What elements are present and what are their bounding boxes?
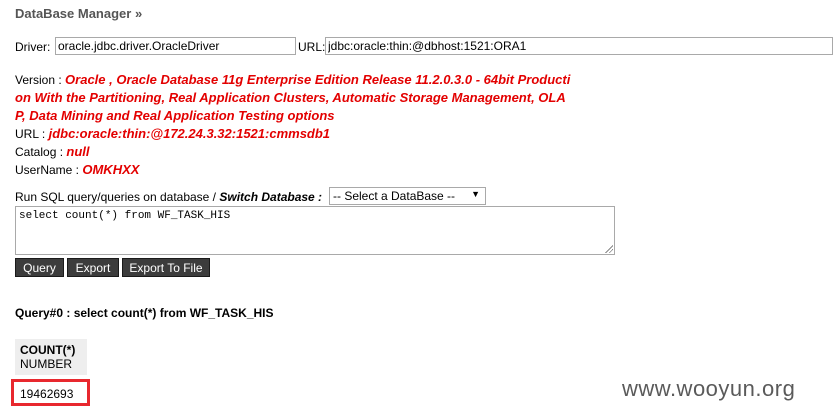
- sql-query-input[interactable]: select count(*) from WF_TASK_HIS: [15, 206, 615, 255]
- result-column-header: COUNT(*) NUMBER: [15, 339, 87, 375]
- connection-info: Version : Oracle , Oracle Database 11g E…: [15, 71, 627, 179]
- version-label: Version :: [15, 73, 62, 87]
- username-label: UserName :: [15, 163, 80, 177]
- run-sql-text: Run SQL query/queries on database /: [15, 190, 220, 204]
- version-value-line2: on With the Partitioning, Real Applicati…: [15, 90, 566, 105]
- catalog-value: null: [66, 144, 90, 159]
- username-value: OMKHXX: [82, 162, 140, 177]
- column-type: NUMBER: [20, 357, 73, 371]
- chevron-down-icon: ▼: [471, 189, 480, 199]
- query-result-heading: Query#0 : select count(*) from WF_TASK_H…: [15, 306, 274, 320]
- export-to-file-button[interactable]: Export To File: [122, 258, 210, 277]
- watermark: www.wooyun.org: [622, 376, 796, 401]
- run-sql-label: Run SQL query/queries on database / Swit…: [15, 190, 322, 204]
- result-cell: 19462693: [11, 379, 90, 406]
- version-value-line3: P, Data Mining and Real Application Test…: [15, 108, 335, 123]
- resize-grip-icon[interactable]: [604, 244, 613, 253]
- export-button[interactable]: Export: [67, 258, 119, 277]
- driver-label: Driver:: [15, 40, 51, 54]
- url-info-label: URL :: [15, 127, 46, 141]
- database-select[interactable]: -- Select a DataBase -- ▼: [329, 187, 486, 205]
- query-button[interactable]: Query: [15, 258, 64, 277]
- switch-database-label: Switch Database :: [219, 190, 323, 204]
- driver-field[interactable]: [55, 37, 296, 55]
- version-value-line1: Oracle , Oracle Database 11g Enterprise …: [65, 72, 571, 87]
- page-title: DataBase Manager »: [15, 6, 143, 21]
- url-label: URL:: [298, 40, 326, 54]
- catalog-label: Catalog :: [15, 145, 64, 159]
- url-info-value: jdbc:oracle:thin:@172.24.3.32:1521:cmmsd…: [48, 126, 331, 141]
- database-select-value: -- Select a DataBase --: [333, 189, 456, 203]
- url-field[interactable]: [325, 37, 833, 55]
- column-name: COUNT(*): [20, 343, 76, 357]
